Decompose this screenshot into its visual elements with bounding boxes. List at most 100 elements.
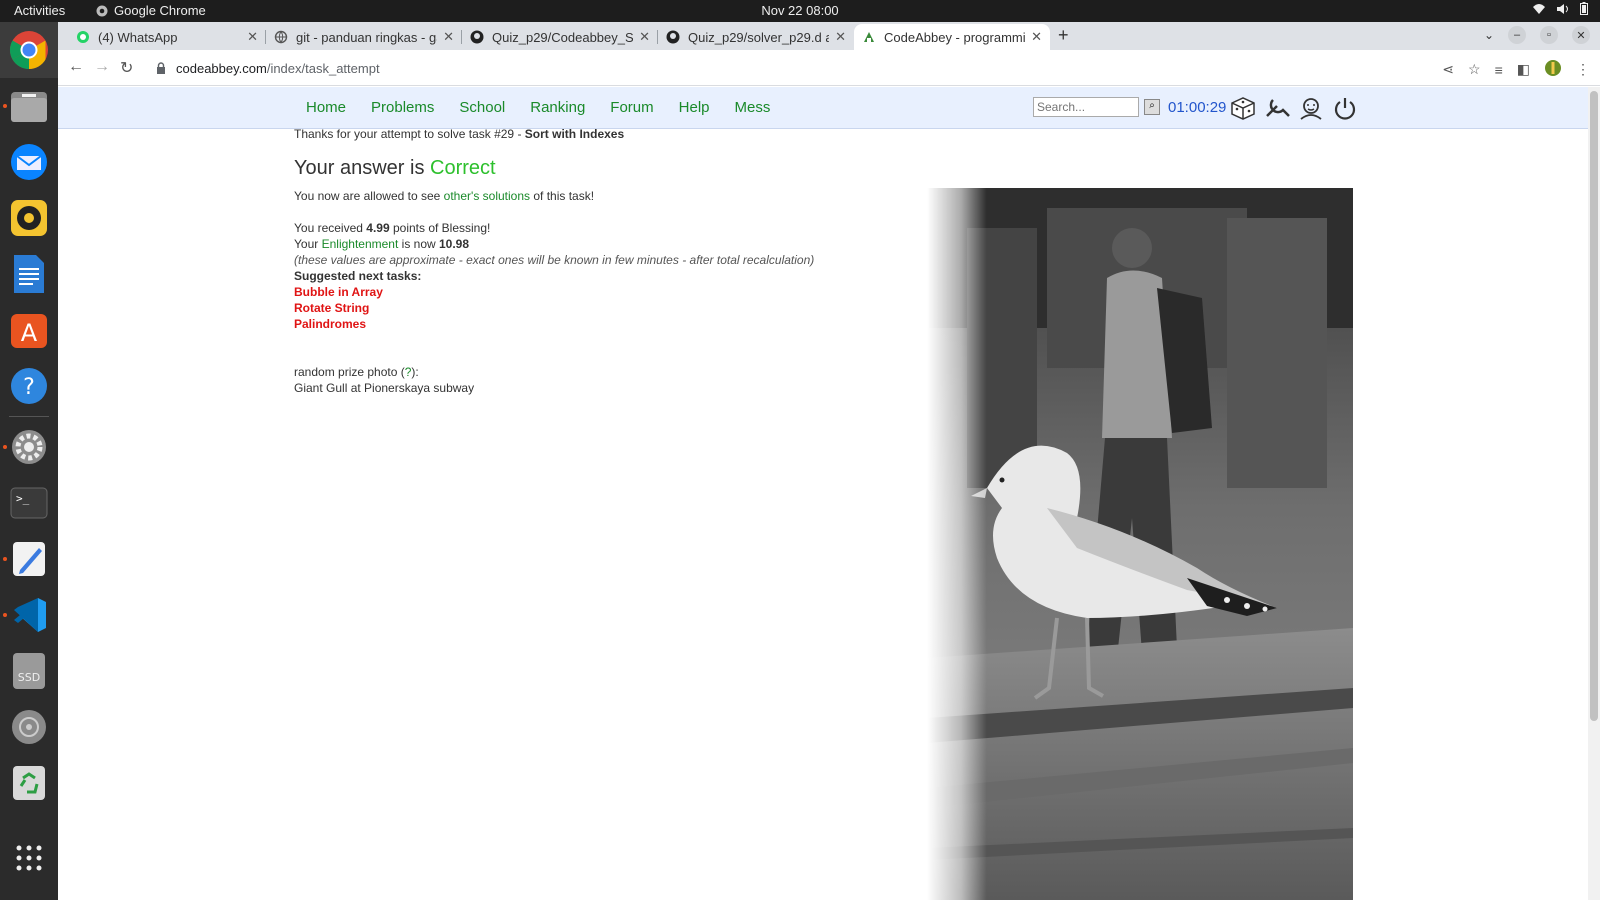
nav-forum[interactable]: Forum: [610, 99, 653, 116]
enlightenment-link[interactable]: Enlightenment: [322, 237, 399, 251]
user-profile-icon[interactable]: [1296, 94, 1326, 122]
bookmark-star-icon[interactable]: ☆: [1468, 61, 1481, 78]
tab-github-codeabbey[interactable]: Quiz_p29/Codeabbey_Sc ✕: [462, 24, 658, 50]
suggested-task-link[interactable]: Bubble in Array: [294, 285, 383, 299]
running-indicator: [3, 445, 7, 449]
avatar[interactable]: [1544, 59, 1562, 80]
thanks-line: Thanks for your attempt to solve task #2…: [294, 127, 624, 141]
nav-help[interactable]: Help: [679, 99, 710, 116]
suggested-label: Suggested next tasks:: [294, 269, 422, 283]
app-menu[interactable]: Google Chrome: [96, 3, 206, 18]
running-indicator: [3, 557, 7, 561]
dock-writer[interactable]: [0, 246, 58, 302]
suggested-task-link[interactable]: Rotate String: [294, 301, 369, 315]
dock-thunderbird[interactable]: [0, 134, 58, 190]
reload-button[interactable]: ↻: [120, 58, 133, 78]
reading-list-icon[interactable]: ≡: [1495, 62, 1503, 78]
tab-github-solver[interactable]: Quiz_p29/solver_p29.d at ✕: [658, 24, 854, 50]
points-line: You received 4.99 points of Blessing!: [294, 221, 490, 235]
dock-rhythmbox[interactable]: [0, 190, 58, 246]
tab-search-icon[interactable]: ⌄: [1484, 28, 1494, 42]
share-icon[interactable]: ⋖: [1442, 61, 1454, 78]
dock-chrome[interactable]: [0, 22, 58, 78]
system-top-bar: Activities Google Chrome Nov 22 08:00: [0, 0, 1600, 22]
disc-icon: [12, 710, 46, 744]
running-indicator: [3, 104, 7, 108]
system-tray[interactable]: [1532, 2, 1588, 15]
received-text: You received: [294, 221, 367, 235]
globe-icon: [274, 30, 288, 44]
minimize-button[interactable]: –: [1508, 26, 1526, 44]
site-user-icons: [1228, 94, 1360, 122]
clock[interactable]: Nov 22 08:00: [761, 3, 838, 18]
dock-app-center[interactable]: A: [0, 302, 58, 358]
activities-button[interactable]: Activities: [14, 3, 65, 18]
dock-ssd-drive[interactable]: SSD: [0, 643, 58, 699]
suggested-task-link[interactable]: Palindromes: [294, 317, 366, 331]
tab-title: Quiz_p29/Codeabbey_Sc: [492, 29, 634, 45]
dock-trash[interactable]: [0, 755, 58, 811]
dock-settings[interactable]: [0, 419, 58, 475]
close-icon[interactable]: ✕: [1031, 29, 1042, 45]
dock-vscode[interactable]: [0, 587, 58, 643]
dock-separator: [9, 416, 49, 417]
toolbar-actions: ⋖ ☆ ≡ ◧ ⋮: [1442, 59, 1590, 80]
tab-title: git - panduan ringkas - ga: [296, 29, 438, 45]
url-domain: codeabbey.com: [176, 60, 267, 76]
received-suffix: points of Blessing!: [389, 221, 491, 235]
close-icon[interactable]: ✕: [247, 29, 258, 45]
terminal-icon: >_: [10, 487, 48, 519]
nav-mess[interactable]: Mess: [735, 99, 771, 116]
maximize-button[interactable]: ▫: [1540, 26, 1558, 44]
tab-strip: (4) WhatsApp ✕ git - panduan ringkas - g…: [58, 22, 1600, 50]
dice-icon[interactable]: [1228, 94, 1258, 122]
close-icon[interactable]: ✕: [443, 29, 454, 45]
page-scrollbar[interactable]: [1588, 87, 1600, 900]
tab-whatsapp[interactable]: (4) WhatsApp ✕: [68, 24, 266, 50]
enlightenment-line: Your Enlightenment is now 10.98: [294, 237, 469, 251]
thanks-text: Thanks for your attempt to solve task #2…: [294, 127, 525, 141]
enlightenment-value: 10.98: [439, 237, 470, 251]
power-logout-icon[interactable]: [1330, 94, 1360, 122]
whatsapp-icon: [77, 31, 89, 43]
close-window-button[interactable]: ✕: [1572, 26, 1590, 44]
forward-button[interactable]: →: [94, 58, 110, 76]
answer-status: Correct: [430, 157, 496, 179]
close-icon[interactable]: ✕: [835, 29, 846, 45]
dock-help[interactable]: ?: [0, 358, 58, 414]
ssd-drive-icon: SSD: [13, 653, 45, 689]
dock-show-apps[interactable]: [0, 830, 58, 886]
side-panel-icon[interactable]: ◧: [1517, 61, 1530, 78]
scrollbar-thumb[interactable]: [1590, 91, 1598, 721]
back-button[interactable]: ←: [68, 58, 84, 76]
trash-icon: [13, 766, 45, 800]
tab-git-panduan[interactable]: git - panduan ringkas - ga ✕: [266, 24, 462, 50]
nav-school[interactable]: School: [459, 99, 505, 116]
window-controls: ⌄ – ▫ ✕: [1484, 26, 1590, 44]
apps-grid-icon: [16, 845, 42, 871]
nav-home[interactable]: Home: [306, 99, 346, 116]
tab-title: Quiz_p29/solver_p29.d at: [688, 29, 830, 45]
address-bar[interactable]: codeabbey.com/index/task_attempt: [148, 54, 1468, 82]
new-tab-button[interactable]: +: [1058, 25, 1069, 46]
dock-files[interactable]: [0, 78, 58, 134]
files-icon: [11, 92, 47, 122]
dock-text-editor[interactable]: [0, 531, 58, 587]
thunderbird-icon: [11, 144, 47, 180]
more-menu-icon[interactable]: ⋮: [1576, 61, 1590, 78]
nav-problems[interactable]: Problems: [371, 99, 434, 116]
dock-terminal[interactable]: >_: [0, 475, 58, 531]
session-timer: 01:00:29: [1168, 99, 1227, 116]
dock-disc[interactable]: [0, 699, 58, 755]
tab-codeabbey[interactable]: CodeAbbey - programmin ✕: [854, 24, 1050, 50]
wifi-icon: [1533, 3, 1545, 14]
search-icon[interactable]: ⌕: [1144, 99, 1160, 115]
rhythmbox-icon: [11, 200, 47, 236]
site-search-input[interactable]: [1033, 97, 1139, 117]
close-icon[interactable]: ✕: [639, 29, 650, 45]
vscode-icon: [14, 598, 46, 632]
wrench-settings-icon[interactable]: [1262, 94, 1292, 122]
others-solutions-link[interactable]: other's solutions: [444, 189, 530, 203]
answer-result: Your answer is Correct: [294, 157, 496, 180]
nav-ranking[interactable]: Ranking: [530, 99, 585, 116]
